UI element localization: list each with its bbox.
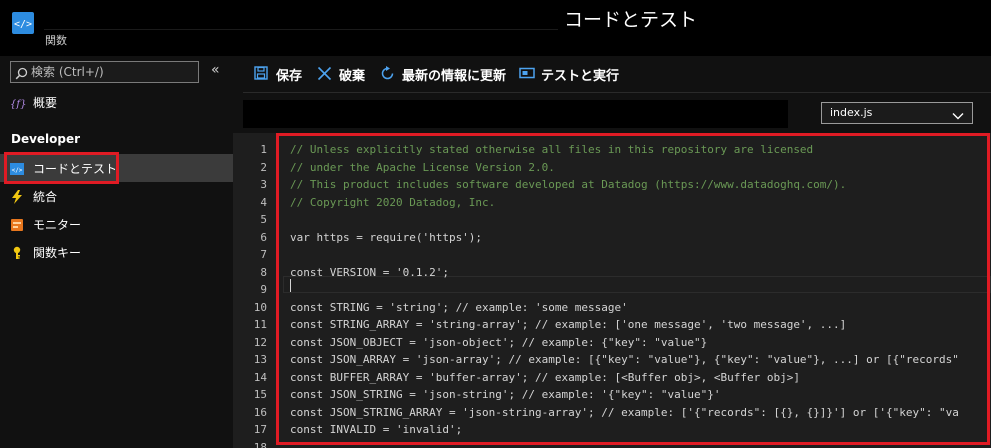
nav-highlight-box xyxy=(4,152,119,184)
sidebar: « {f} 概要 Developer </> コードとテスト 統合 モニター 関… xyxy=(0,56,233,448)
section-title-developer: Developer xyxy=(11,132,81,146)
redacted-resource-name xyxy=(44,6,558,30)
refresh-icon xyxy=(380,66,395,85)
sidebar-item-function-keys[interactable]: 関数キー xyxy=(0,238,233,266)
search-box[interactable] xyxy=(10,61,199,83)
command-toolbar: 保存 破棄 最新の情報に更新 テストと実行 xyxy=(243,56,991,90)
refresh-label: 最新の情報に更新 xyxy=(402,69,507,84)
toolbar-divider xyxy=(243,92,991,93)
redacted-file-path xyxy=(243,100,788,128)
test-run-label: テストと実行 xyxy=(541,69,620,84)
lightning-bolt-icon xyxy=(10,189,24,204)
line-number: 18 xyxy=(253,440,267,448)
line-number: 7 xyxy=(260,248,267,261)
code-icon: </> xyxy=(12,12,34,34)
close-icon xyxy=(317,66,332,85)
line-number: 11 xyxy=(253,318,267,331)
refresh-button[interactable]: 最新の情報に更新 xyxy=(380,65,508,85)
sidebar-item-integration[interactable]: 統合 xyxy=(0,182,233,210)
line-number: 2 xyxy=(260,160,267,174)
svg-text:</>: </> xyxy=(14,19,32,30)
monitor-icon xyxy=(10,217,24,231)
sidebar-item-label: 統合 xyxy=(33,190,58,204)
line-number: 3 xyxy=(260,178,267,191)
page-subtitle: 関数 xyxy=(45,34,67,47)
line-number: 4 xyxy=(260,195,267,209)
search-input[interactable] xyxy=(31,63,191,81)
line-number: 16 xyxy=(253,405,267,419)
page-title: コードとテスト xyxy=(564,9,698,31)
chevron-down-icon xyxy=(952,107,964,126)
function-icon: {f} xyxy=(10,95,26,110)
line-number: 1 xyxy=(260,143,267,156)
code-highlight-box xyxy=(276,133,990,445)
line-number: 5 xyxy=(260,213,267,226)
sidebar-item-label: モニター xyxy=(33,218,82,232)
sidebar-item-label: 関数キー xyxy=(33,246,82,260)
line-number: 6 xyxy=(260,230,267,244)
discard-label: 破棄 xyxy=(339,69,366,84)
svg-text:{f}: {f} xyxy=(10,99,26,110)
test-run-icon xyxy=(519,66,535,84)
save-label: 保存 xyxy=(276,69,303,84)
collapse-sidebar-button[interactable]: « xyxy=(211,62,220,78)
line-number: 8 xyxy=(260,265,267,279)
save-icon xyxy=(254,66,268,84)
test-run-button[interactable]: テストと実行 xyxy=(519,65,623,84)
save-button[interactable]: 保存 xyxy=(254,65,310,84)
line-number: 10 xyxy=(253,300,267,314)
sidebar-item-monitor[interactable]: モニター xyxy=(0,210,233,238)
header-bar: </> コードとテスト 関数 xyxy=(0,0,991,56)
line-number: 9 xyxy=(260,283,267,296)
discard-button[interactable]: 破棄 xyxy=(317,65,373,85)
line-number: 17 xyxy=(253,423,267,436)
sidebar-item-overview[interactable]: {f} 概要 xyxy=(0,88,233,116)
file-bar: index.js xyxy=(243,98,991,130)
line-number: 12 xyxy=(253,335,267,349)
line-number: 13 xyxy=(253,353,267,366)
sidebar-item-label: 概要 xyxy=(33,96,58,110)
key-icon xyxy=(10,245,24,259)
file-selector-value: index.js xyxy=(830,106,873,119)
line-number: 15 xyxy=(253,388,267,401)
search-icon xyxy=(15,65,28,84)
line-number: 14 xyxy=(253,370,267,384)
file-selector-dropdown[interactable]: index.js xyxy=(821,102,973,124)
